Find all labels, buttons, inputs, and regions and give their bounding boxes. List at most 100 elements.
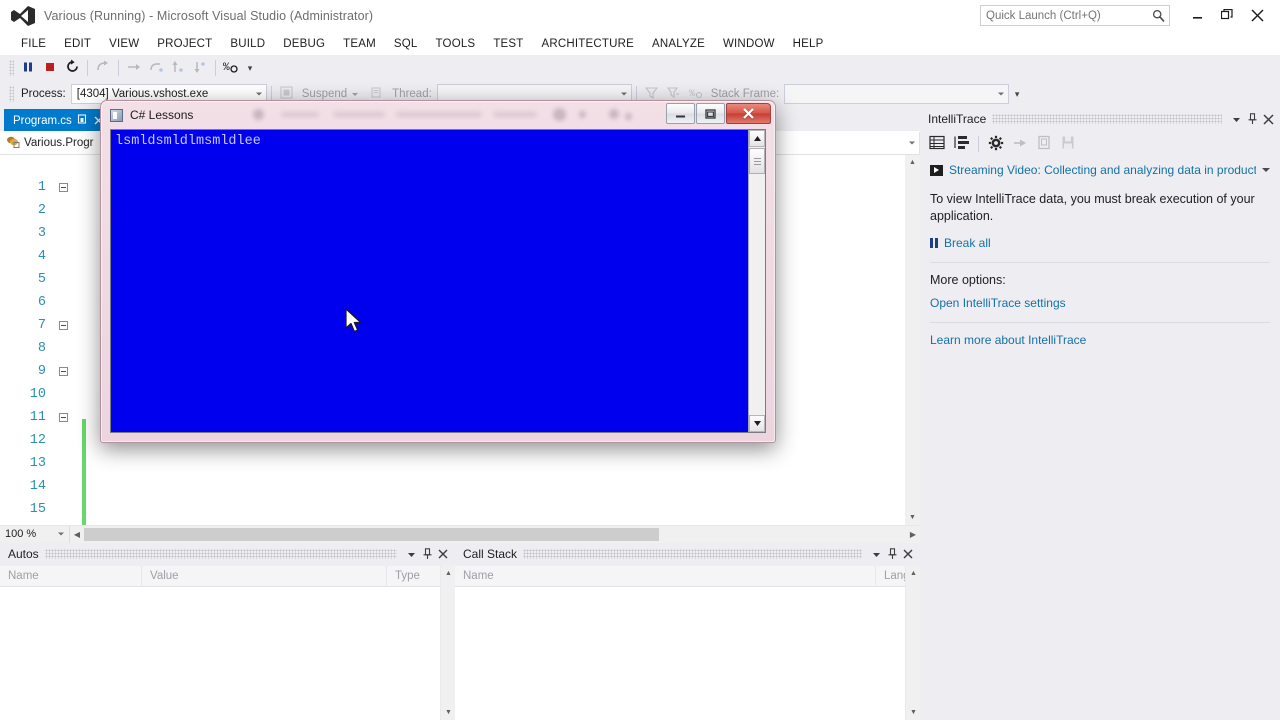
class-icon: [6, 135, 20, 151]
menu-debug[interactable]: DEBUG: [274, 36, 334, 52]
hscroll-thumb[interactable]: [84, 527, 660, 541]
console-minimize-button[interactable]: [666, 103, 695, 124]
break-all-button[interactable]: [17, 57, 39, 79]
fold-toggle[interactable]: [59, 321, 68, 330]
step-over-button[interactable]: [145, 57, 167, 79]
line-number: 13: [29, 456, 46, 471]
pin-icon[interactable]: [1244, 111, 1260, 127]
pin-icon[interactable]: [884, 546, 900, 562]
next-statement-icon: [96, 60, 110, 77]
quick-launch-input[interactable]: [986, 9, 1146, 22]
menu-tools[interactable]: TOOLS: [427, 36, 485, 52]
scroll-down-arrow-icon[interactable]: ▼: [906, 705, 920, 720]
pin-icon[interactable]: [77, 113, 87, 128]
scroll-down-arrow-icon[interactable]: [749, 415, 765, 432]
autos-body[interactable]: Name Value Type ▲ ▼: [0, 566, 455, 720]
editor-vertical-scrollbar[interactable]: ▲ ▼: [905, 155, 920, 525]
call-stack-column-name[interactable]: Name: [455, 566, 876, 587]
tab-program-cs[interactable]: Program.cs: [4, 109, 110, 131]
menu-architecture[interactable]: ARCHITECTURE: [533, 36, 644, 52]
step-into-button[interactable]: [123, 57, 145, 79]
line-number: 14: [29, 479, 46, 494]
chevron-down-icon[interactable]: [403, 546, 419, 562]
chevron-down-icon-video[interactable]: [1262, 168, 1270, 172]
scroll-up-arrow-icon[interactable]: ▲: [441, 566, 455, 581]
open-intellitrace-settings-link[interactable]: Open IntelliTrace settings: [930, 296, 1270, 310]
menu-help[interactable]: HELP: [784, 36, 833, 52]
restart-button[interactable]: [61, 57, 83, 79]
fold-toggle[interactable]: [59, 413, 68, 422]
learn-more-link[interactable]: Learn more about IntelliTrace: [930, 333, 1270, 347]
menu-analyze[interactable]: ANALYZE: [643, 36, 714, 52]
intellitrace-settings-button[interactable]: [985, 133, 1007, 155]
streaming-video-row[interactable]: Streaming Video: Collecting and analyzin…: [930, 163, 1270, 177]
break-all-link[interactable]: Break all: [944, 236, 991, 250]
console-window-controls: [666, 103, 771, 124]
toolbar-overflow-button-2[interactable]: ▾: [1011, 89, 1023, 100]
console-close-button[interactable]: [726, 103, 771, 124]
chevron-down-icon[interactable]: [1228, 111, 1244, 127]
console-window[interactable]: C# Lessons lsmldsmldlmsmldlee: [100, 100, 776, 443]
fold-toggle[interactable]: [59, 367, 68, 376]
console-restore-button[interactable]: [696, 103, 725, 124]
scroll-right-arrow-icon[interactable]: ▶: [906, 526, 920, 543]
menu-test[interactable]: TEST: [484, 36, 532, 52]
break-all-link-row[interactable]: Break all: [930, 236, 1270, 250]
show-next-statement-button[interactable]: [92, 57, 114, 79]
toolbar-grip[interactable]: [9, 60, 14, 76]
hex-display-button[interactable]: %: [220, 57, 242, 79]
step-out-button[interactable]: [167, 57, 189, 79]
close-button[interactable]: [1242, 4, 1272, 26]
menu-window[interactable]: WINDOW: [714, 36, 784, 52]
scroll-up-arrow-icon[interactable]: [749, 130, 765, 147]
pin-icon[interactable]: [419, 546, 435, 562]
console-client-area[interactable]: lsmldsmldlmsmldlee: [110, 129, 766, 433]
open-file-button[interactable]: [1033, 133, 1055, 155]
close-icon[interactable]: [900, 546, 916, 562]
menu-file[interactable]: FILE: [12, 36, 55, 52]
fold-toggle[interactable]: [59, 183, 68, 192]
menu-view[interactable]: VIEW: [100, 36, 148, 52]
scroll-up-arrow-icon[interactable]: ▲: [905, 155, 920, 170]
autos-header: Autos: [0, 542, 455, 566]
console-vertical-scrollbar[interactable]: [748, 130, 765, 432]
hscroll-track[interactable]: [84, 527, 906, 541]
scroll-left-arrow-icon[interactable]: ◀: [70, 526, 84, 543]
chevron-down-icon[interactable]: [868, 546, 884, 562]
calls-view-button[interactable]: [950, 133, 972, 155]
scroll-down-arrow-icon[interactable]: ▼: [441, 705, 455, 720]
navigate-button[interactable]: [1009, 133, 1031, 155]
menu-project[interactable]: PROJECT: [148, 36, 221, 52]
editor-zoom-combo[interactable]: 100 %: [0, 525, 70, 543]
stop-debugging-button[interactable]: [39, 57, 61, 79]
suspend-chevron-down-icon[interactable]: [352, 92, 359, 96]
console-scrollbar-thumb[interactable]: [749, 148, 765, 174]
call-stack-vertical-scrollbar[interactable]: ▲ ▼: [905, 566, 920, 720]
menu-team[interactable]: TEAM: [334, 36, 385, 52]
call-stack-body[interactable]: Name Lang ▲ ▼: [455, 566, 920, 720]
step-next-button[interactable]: [189, 57, 211, 79]
close-icon[interactable]: [435, 546, 451, 562]
scroll-down-arrow-icon[interactable]: ▼: [905, 510, 920, 525]
toolbar-overflow-button[interactable]: ▾: [244, 63, 256, 74]
menu-sql[interactable]: SQL: [385, 36, 427, 52]
autos-vertical-scrollbar[interactable]: ▲ ▼: [440, 566, 455, 720]
toolbar-grip-2[interactable]: [9, 86, 14, 102]
save-button[interactable]: [1057, 133, 1079, 155]
scroll-up-arrow-icon[interactable]: ▲: [906, 566, 920, 581]
chevron-down-icon: [255, 92, 262, 96]
menu-edit[interactable]: EDIT: [55, 36, 100, 52]
restore-button[interactable]: [1212, 4, 1242, 26]
menu-build[interactable]: BUILD: [221, 36, 274, 52]
toolbar-separator-3: [215, 60, 216, 76]
events-view-button[interactable]: [926, 133, 948, 155]
minimize-button[interactable]: [1182, 4, 1212, 26]
quick-launch-box[interactable]: [980, 5, 1170, 26]
close-icon[interactable]: [1260, 111, 1276, 127]
autos-column-value[interactable]: Value: [142, 566, 387, 587]
stack-frame-combo[interactable]: [784, 84, 1010, 104]
console-title-bar[interactable]: C# Lessons: [101, 101, 775, 129]
streaming-video-link[interactable]: Streaming Video: Collecting and analyzin…: [949, 163, 1256, 177]
autos-column-name[interactable]: Name: [0, 566, 142, 587]
editor-horizontal-scrollbar[interactable]: ◀ ▶: [70, 525, 920, 543]
